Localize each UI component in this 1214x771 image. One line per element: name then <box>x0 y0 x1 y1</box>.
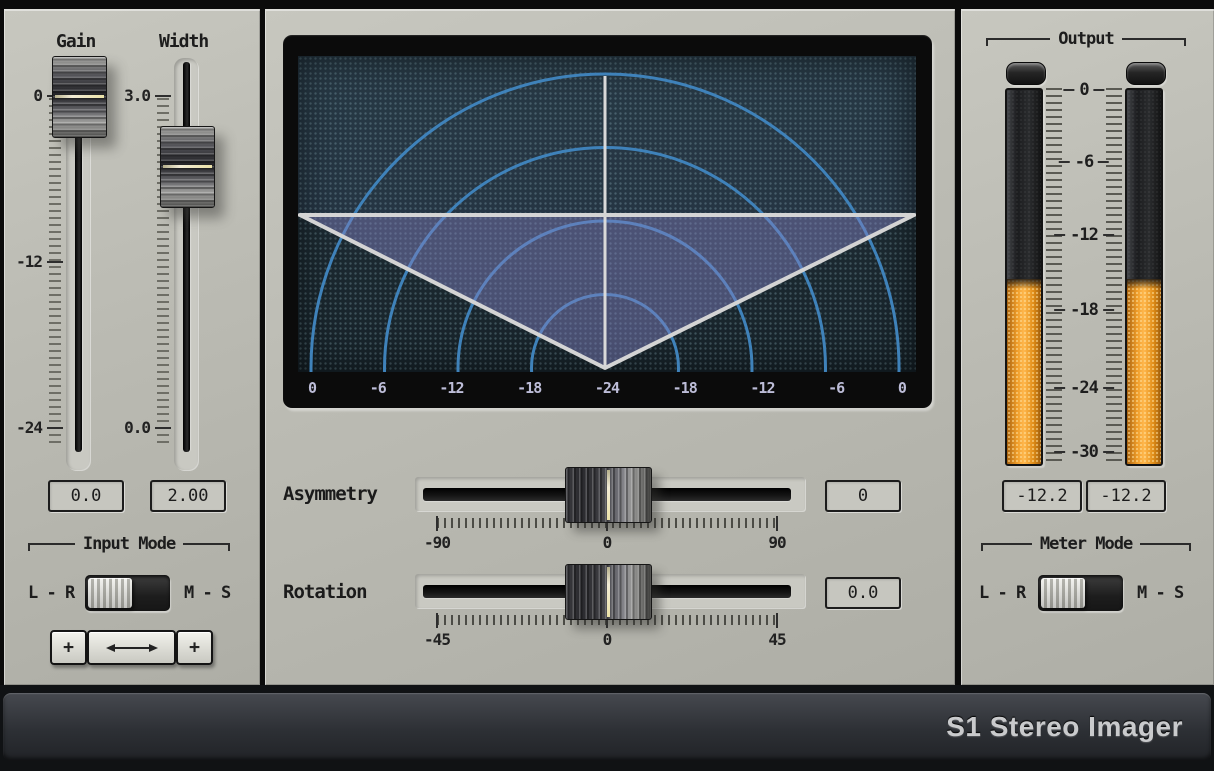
meter-scale-0: 0 <box>1063 81 1104 99</box>
meter-ticks-right <box>1106 88 1122 462</box>
plus-icon: + <box>189 637 200 658</box>
asymmetry-slider-knob[interactable] <box>565 467 652 523</box>
meter-ticks-left <box>1046 88 1062 462</box>
output-right-value-box[interactable]: -12.2 <box>1086 480 1166 512</box>
stereo-vector-graphic <box>298 56 916 372</box>
meter-scale-m24: -24 <box>1054 379 1114 397</box>
plugin-window: Gain Width 0 -12 -24 3.0 0.0 0.0 2.00 <box>0 0 1214 771</box>
vector-display-bezel: 0 -6 -12 -18 -24 -18 -12 -6 0 <box>283 35 932 408</box>
meter-scale-m12: -12 <box>1054 226 1114 244</box>
spread-button[interactable] <box>87 630 176 665</box>
plus-icon: + <box>63 637 74 658</box>
width-value-box[interactable]: 2.00 <box>150 480 226 512</box>
right-panel: Output 0 -6 -12 -18 -24 -30 -12.2 -12.2 … <box>961 9 1214 685</box>
rotation-label: Rotation <box>283 581 367 603</box>
clip-indicator-right[interactable] <box>1126 62 1166 85</box>
bottom-strip: S1 Stereo Imager <box>0 685 1214 771</box>
meter-scale-m18: -18 <box>1054 301 1114 319</box>
width-label: Width <box>159 31 208 52</box>
vector-display-screen <box>298 56 916 372</box>
output-meter-right-fill <box>1127 279 1161 464</box>
nudge-left-button[interactable]: + <box>50 630 87 665</box>
meter-mode-toggle-handle[interactable] <box>1041 578 1085 608</box>
gain-label: Gain <box>56 31 95 52</box>
width-scale-3: 3.0 <box>117 87 171 105</box>
asymmetry-label: Asymmetry <box>283 483 377 505</box>
width-fader-rail <box>183 62 190 452</box>
meter-mode-ms-label: M - S <box>1137 583 1183 603</box>
gain-scale-ticks <box>49 98 61 445</box>
gain-value-box[interactable]: 0.0 <box>48 480 124 512</box>
input-mode-ms-label: M - S <box>184 583 230 603</box>
input-mode-lr-label: L - R <box>28 583 74 603</box>
width-scale-0: 0.0 <box>117 419 171 437</box>
output-meter-left <box>1005 88 1043 466</box>
rotation-value-box[interactable]: 0.0 <box>825 577 901 609</box>
input-mode-header: Input Mode <box>28 537 230 551</box>
output-meter-right <box>1125 88 1163 466</box>
rotation-slider-knob[interactable] <box>565 564 652 620</box>
gain-scale-minus24: -24 <box>9 419 63 437</box>
output-left-value-box[interactable]: -12.2 <box>1002 480 1082 512</box>
output-header: Output <box>986 32 1186 46</box>
meter-scale-m6: -6 <box>1059 153 1109 171</box>
input-mode-toggle[interactable] <box>85 575 170 611</box>
meter-mode-header: Meter Mode <box>981 537 1191 551</box>
gain-scale-minus12: -12 <box>9 253 63 271</box>
clip-indicator-left[interactable] <box>1006 62 1046 85</box>
nudge-right-button[interactable]: + <box>176 630 213 665</box>
center-panel: 0 -6 -12 -18 -24 -18 -12 -6 0 Asymmetry … <box>265 9 955 685</box>
width-fader-knob[interactable] <box>160 126 215 208</box>
output-meter-left-fill <box>1007 279 1041 464</box>
title-bar: S1 Stereo Imager <box>3 693 1211 761</box>
gain-fader-knob[interactable] <box>52 56 107 138</box>
meter-mode-toggle[interactable] <box>1038 575 1123 611</box>
asymmetry-value-box[interactable]: 0 <box>825 480 901 512</box>
double-arrow-icon <box>103 642 161 654</box>
input-mode-toggle-handle[interactable] <box>88 578 132 608</box>
meter-mode-lr-label: L - R <box>979 583 1025 603</box>
display-db-scale: 0 -6 -12 -18 -24 -18 -12 -6 0 <box>298 374 916 402</box>
plugin-title: S1 Stereo Imager <box>946 693 1183 761</box>
left-panel: Gain Width 0 -12 -24 3.0 0.0 0.0 2.00 <box>4 9 260 685</box>
meter-scale-m30: -30 <box>1054 443 1114 461</box>
